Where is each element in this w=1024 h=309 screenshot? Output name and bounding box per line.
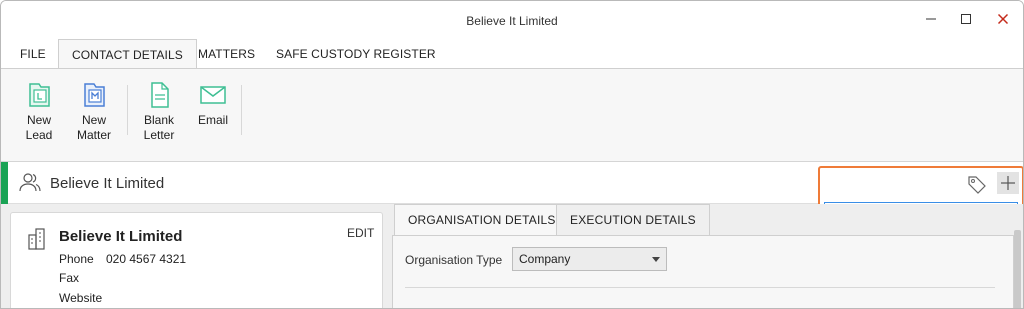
menu-bar: FILE CONTACT DETAILS MATTERS SAFE CUSTOD… <box>1 39 1023 69</box>
minimize-button[interactable] <box>919 9 943 29</box>
contact-people-icon <box>19 173 41 192</box>
email-button[interactable]: Email <box>194 81 232 128</box>
minimize-icon <box>926 18 936 20</box>
phone-label: Phone <box>59 252 94 266</box>
title-bar: Believe It Limited <box>1 1 1023 39</box>
new-lead-icon <box>29 83 50 107</box>
new-matter-label-1: New <box>81 113 106 127</box>
maximize-icon <box>961 14 971 24</box>
new-lead-label-1: New <box>26 113 51 127</box>
blank-letter-icon <box>151 82 169 108</box>
tab-contact-details[interactable]: CONTACT DETAILS <box>58 39 197 69</box>
main-content: Believe It Limited EDIT Phone 020 4567 4… <box>1 204 1023 308</box>
details-panel: ORGANISATION DETAILS EXECUTION DETAILS O… <box>392 204 1014 308</box>
vertical-scrollbar[interactable] <box>1014 230 1021 308</box>
add-tag-button[interactable] <box>997 172 1019 194</box>
section-divider <box>405 287 995 288</box>
maximize-button[interactable] <box>954 9 978 29</box>
phone-value: 020 4567 4321 <box>106 252 187 266</box>
close-icon <box>997 13 1009 25</box>
email-icon <box>200 86 226 104</box>
tab-execution-details[interactable]: EXECUTION DETAILS <box>556 204 710 235</box>
plus-icon <box>1001 176 1015 190</box>
organisation-type-value: Company <box>519 252 571 266</box>
ribbon-toolbar: New Lead New Matter Blank Letter Email <box>1 68 1023 162</box>
building-icon <box>28 228 45 250</box>
close-button[interactable] <box>991 9 1015 29</box>
card-contact-name: Believe It Limited <box>59 228 183 245</box>
new-matter-icon <box>84 83 105 107</box>
ribbon-separator <box>241 85 242 135</box>
organisation-type-select[interactable]: Company <box>512 247 667 271</box>
contact-card: Believe It Limited EDIT Phone 020 4567 4… <box>10 212 383 308</box>
blank-letter-button[interactable]: Blank Letter <box>139 81 179 143</box>
tab-matters[interactable]: MATTERS <box>198 39 255 69</box>
tab-organisation-details[interactable]: ORGANISATION DETAILS <box>394 204 570 235</box>
organisation-details-panel: Organisation Type Company <box>392 235 1014 308</box>
blank-letter-label-2: Letter <box>143 128 175 142</box>
organisation-type-label: Organisation Type <box>405 253 503 267</box>
tab-file[interactable]: FILE <box>20 39 46 69</box>
fax-label: Fax <box>59 271 80 285</box>
website-label: Website <box>59 291 103 305</box>
new-lead-label-2: Lead <box>25 128 53 142</box>
new-matter-label-2: Matter <box>76 128 111 142</box>
new-lead-button[interactable]: New Lead <box>19 81 59 143</box>
ribbon-separator <box>127 85 128 135</box>
contact-name: Believe It Limited <box>50 175 165 192</box>
chevron-down-icon <box>652 257 660 262</box>
tab-safe-custody-register[interactable]: SAFE CUSTODY REGISTER <box>276 39 436 69</box>
tag-icon[interactable] <box>967 174 987 194</box>
edit-button[interactable]: EDIT <box>347 226 374 240</box>
window-title: Believe It Limited <box>466 14 558 28</box>
email-label: Email <box>197 113 228 127</box>
contact-accent-bar <box>1 162 8 204</box>
new-matter-button[interactable]: New Matter <box>74 81 114 143</box>
app-window: Believe It Limited FILE CONTACT DETAILS … <box>0 0 1024 309</box>
blank-letter-label-1: Blank <box>143 113 175 127</box>
